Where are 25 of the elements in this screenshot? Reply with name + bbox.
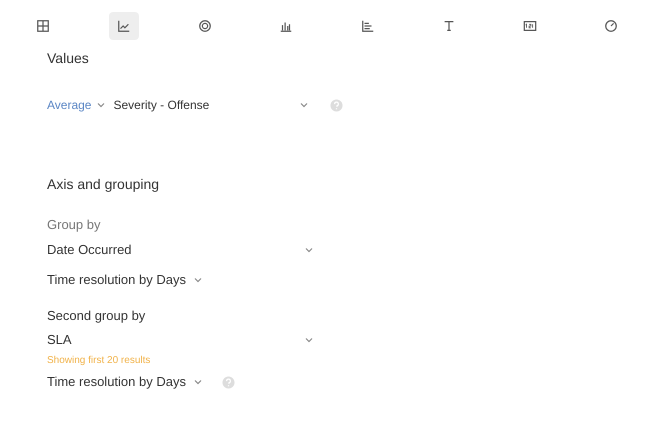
text-icon xyxy=(442,19,456,33)
section-title: Values xyxy=(47,49,90,68)
chevron-down-icon xyxy=(97,102,106,108)
warning-text: Showing first 20 results xyxy=(47,354,152,367)
second-group-by-dropdown[interactable]: SLA xyxy=(47,331,313,349)
gauge-icon xyxy=(604,19,618,33)
chevron-down-icon xyxy=(305,247,313,253)
chevron-down-icon xyxy=(300,102,308,108)
time-resolution-dropdown[interactable]: Time resolution by Days xyxy=(47,271,202,289)
line-chart-icon xyxy=(116,19,131,33)
number-card-icon xyxy=(523,19,538,33)
group-by-dropdown[interactable]: Date Occurred xyxy=(47,241,313,259)
donut-chart-icon xyxy=(198,19,212,33)
horizontal-bar-chart-icon xyxy=(360,19,375,33)
chart-type-tab[interactable] xyxy=(108,12,139,40)
time-resolution-dropdown[interactable]: Time resolution by Days xyxy=(47,373,202,391)
field-label: Second group by xyxy=(47,307,146,324)
table-icon xyxy=(36,19,50,33)
field-dropdown[interactable]: Severity - Offense xyxy=(113,96,308,114)
aggregation-dropdown[interactable]: Average xyxy=(47,96,106,114)
section-title: Axis and grouping xyxy=(47,175,160,194)
chevron-down-icon xyxy=(194,277,202,283)
field-label: Group by xyxy=(47,216,102,233)
chevron-down-icon xyxy=(305,337,313,343)
chevron-down-icon xyxy=(194,379,202,385)
